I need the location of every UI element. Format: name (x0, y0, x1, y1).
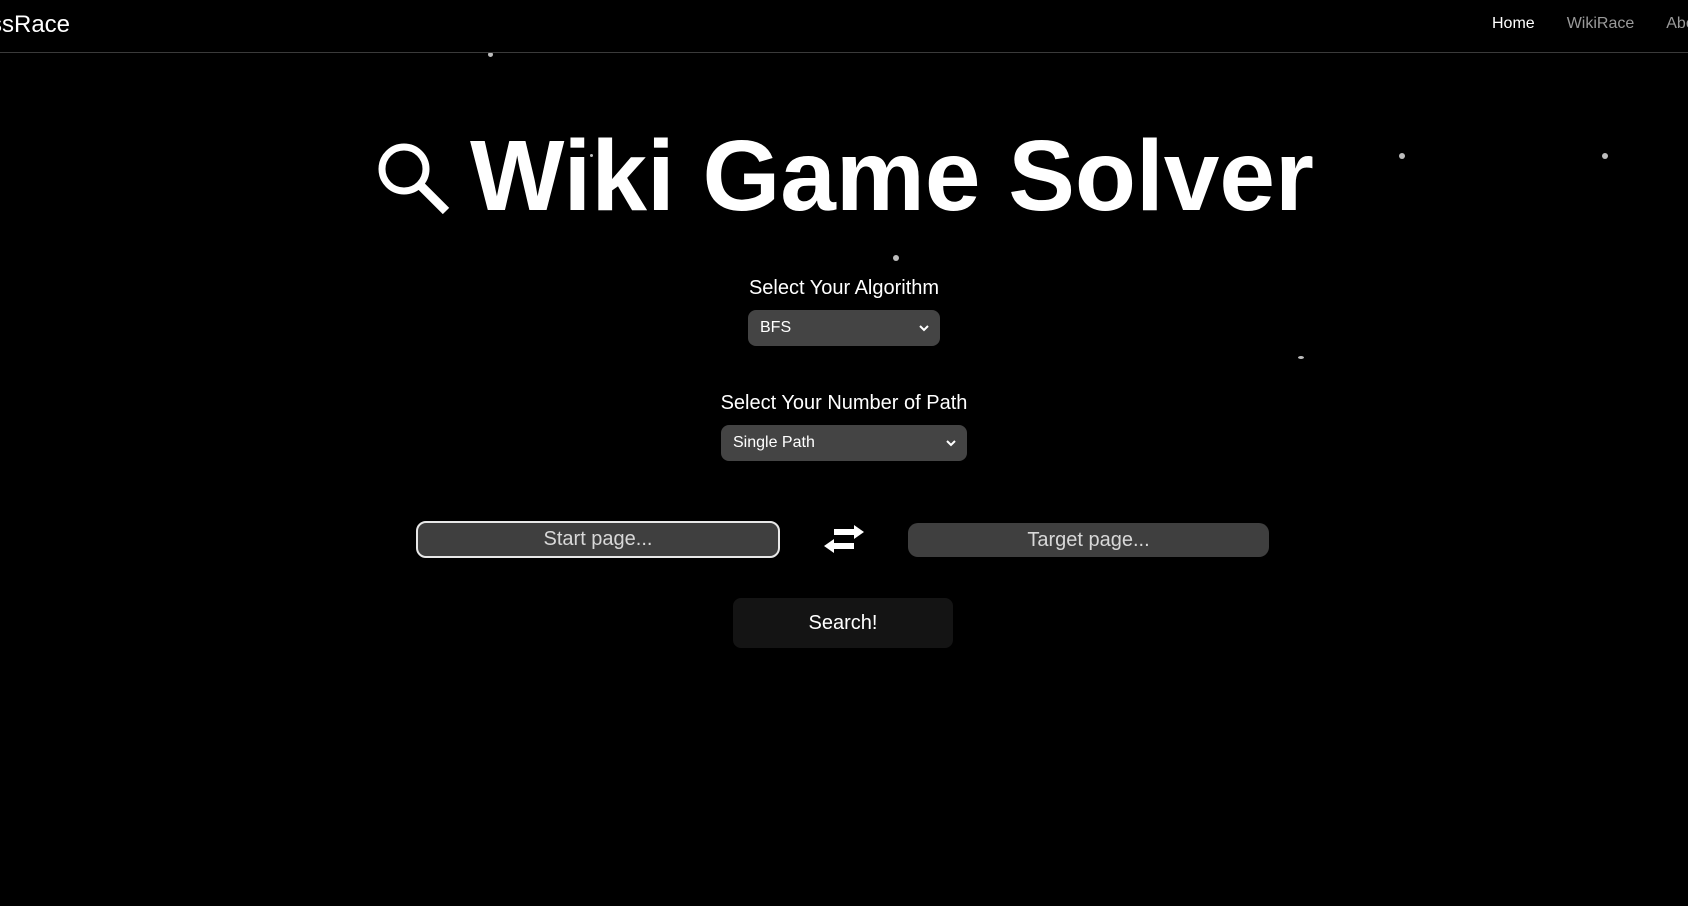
start-page-placeholder: Start page... (543, 528, 653, 550)
nav-links: Home WikiRace Abo (1492, 15, 1688, 33)
hero-title: Wiki Game Solver (0, 126, 1688, 226)
swap-arrows-icon[interactable] (822, 522, 866, 558)
algorithm-selected-value: BFS (760, 319, 792, 336)
search-icon (378, 143, 450, 215)
nav-link-home[interactable]: Home (1492, 15, 1535, 33)
star-decoration (1298, 356, 1304, 359)
navbar: ssRace Home WikiRace Abo (0, 0, 1688, 53)
algorithm-label: Select Your Algorithm (748, 277, 940, 299)
page-title: Wiki Game Solver (470, 120, 1314, 232)
chevron-down-icon (946, 440, 956, 447)
page: ssRace Home WikiRace Abo Wiki Game Solve… (0, 0, 1688, 906)
brand-logo[interactable]: ssRace (0, 11, 70, 39)
algorithm-group: Select Your Algorithm BFS (0, 277, 1688, 346)
star-decoration (893, 255, 899, 261)
path-count-group: Select Your Number of Path Single Path (0, 392, 1688, 461)
search-button[interactable]: Search! (733, 598, 953, 648)
target-page-placeholder: Target page... (1027, 528, 1150, 551)
path-count-select[interactable]: Single Path (721, 425, 967, 461)
algorithm-select[interactable]: BFS (748, 310, 940, 346)
target-page-input[interactable]: Target page... (908, 523, 1269, 557)
nav-link-wikirace[interactable]: WikiRace (1567, 15, 1635, 33)
path-count-selected-value: Single Path (733, 434, 815, 451)
start-page-input[interactable]: Start page... (416, 521, 780, 558)
nav-link-about[interactable]: Abo (1666, 15, 1688, 33)
path-count-label: Select Your Number of Path (720, 392, 968, 414)
chevron-down-icon (919, 325, 929, 332)
